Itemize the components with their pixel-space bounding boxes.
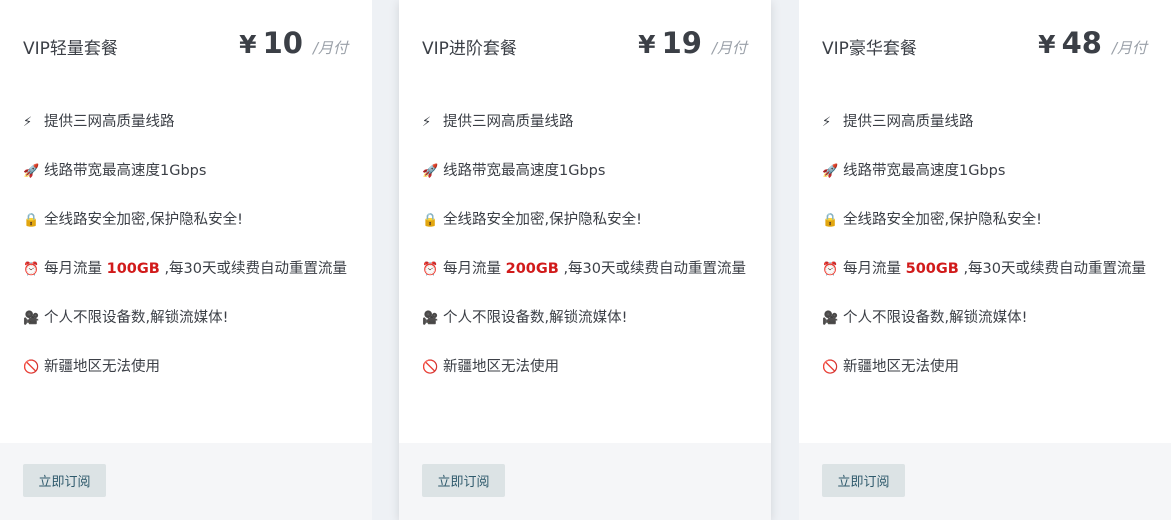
plan-name: VIP进阶套餐 (422, 39, 517, 59)
alarm-clock-icon: ⏰ (822, 262, 839, 277)
rocket-icon: 🚀 (822, 164, 839, 179)
feature-text: 提供三网高质量线路 (44, 114, 175, 130)
feature-item: 🎥 个人不限设备数,解锁流媒体! (422, 306, 750, 331)
feature-item: 🎥 个人不限设备数,解锁流媒体! (23, 306, 351, 331)
feature-text: 个人不限设备数,解锁流媒体! (44, 310, 229, 326)
camera-icon: 🎥 (23, 311, 40, 326)
alarm-clock-icon: ⏰ (23, 262, 40, 277)
feature-item: ⚡ 提供三网高质量线路 (422, 110, 750, 135)
rocket-icon: 🚀 (23, 164, 40, 179)
lock-icon: 🔒 (422, 213, 439, 228)
feature-text: 提供三网高质量线路 (443, 114, 574, 130)
feature-item: ⚡ 提供三网高质量线路 (822, 110, 1150, 135)
feature-item: 🚀 线路带宽最高速度1Gbps (23, 159, 351, 184)
lightning-icon: ⚡ (422, 115, 432, 130)
feature-text: ,每30天或续费自动重置流量 (558, 261, 747, 277)
feature-item: 🚫 新疆地区无法使用 (822, 355, 1150, 380)
feature-text: ,每30天或续费自动重置流量 (958, 261, 1147, 277)
prohibited-icon: 🚫 (822, 360, 839, 375)
plan-card-deluxe: VIP豪华套餐 ¥48/月付 ⚡ 提供三网高质量线路 🚀 线路带宽最高速度1Gbps… (799, 0, 1171, 520)
feature-text: 新疆地区无法使用 (44, 359, 160, 375)
plan-name: VIP豪华套餐 (822, 39, 917, 59)
feature-item: 🚀 线路带宽最高速度1Gbps (822, 159, 1150, 184)
prohibited-icon: 🚫 (422, 360, 439, 375)
alarm-clock-icon: ⏰ (422, 262, 439, 277)
feature-text: 全线路安全加密,保护隐私安全! (843, 212, 1042, 228)
lock-icon: 🔒 (822, 213, 839, 228)
traffic-amount: 200GB (505, 261, 559, 277)
traffic-amount: 500GB (905, 261, 959, 277)
feature-text: 全线路安全加密,保护隐私安全! (443, 212, 642, 228)
price-amount: 10 (262, 26, 303, 60)
plan-name: VIP轻量套餐 (23, 39, 118, 59)
prohibited-icon: 🚫 (23, 360, 40, 375)
price-period: /月付 (312, 39, 348, 57)
subscribe-button[interactable]: 立即订阅 (822, 464, 905, 497)
feature-item: ⏰ 每月流量 200GB ,每30天或续费自动重置流量 (422, 257, 750, 282)
plan-card-advanced: VIP进阶套餐 ¥19/月付 ⚡ 提供三网高质量线路 🚀 线路带宽最高速度1Gbps… (399, 0, 771, 520)
feature-item: 🎥 个人不限设备数,解锁流媒体! (822, 306, 1150, 331)
feature-item: ⚡ 提供三网高质量线路 (23, 110, 351, 135)
feature-item: 🚫 新疆地区无法使用 (422, 355, 750, 380)
feature-list: ⚡ 提供三网高质量线路 🚀 线路带宽最高速度1Gbps 🔒 全线路安全加密,保护隐私安… (422, 110, 750, 404)
camera-icon: 🎥 (422, 311, 439, 326)
subscribe-button[interactable]: 立即订阅 (422, 464, 505, 497)
feature-list: ⚡ 提供三网高质量线路 🚀 线路带宽最高速度1Gbps 🔒 全线路安全加密,保护隐私安… (822, 110, 1150, 404)
lightning-icon: ⚡ (822, 115, 832, 130)
feature-item: 🚫 新疆地区无法使用 (23, 355, 351, 380)
feature-text: 个人不限设备数,解锁流媒体! (443, 310, 628, 326)
card-footer: 立即订阅 (0, 443, 372, 520)
feature-text: ,每30天或续费自动重置流量 (159, 261, 348, 277)
plan-price: ¥48/月付 (1038, 26, 1147, 60)
feature-text: 全线路安全加密,保护隐私安全! (44, 212, 243, 228)
plan-price: ¥19/月付 (638, 26, 747, 60)
card-footer: 立即订阅 (799, 443, 1171, 520)
price-amount: 48 (1061, 26, 1102, 60)
feature-item: 🔒 全线路安全加密,保护隐私安全! (422, 208, 750, 233)
feature-text: 个人不限设备数,解锁流媒体! (843, 310, 1028, 326)
lightning-icon: ⚡ (23, 115, 33, 130)
camera-icon: 🎥 (822, 311, 839, 326)
feature-text: 新疆地区无法使用 (443, 359, 559, 375)
currency-symbol: ¥ (239, 30, 257, 59)
card-footer: 立即订阅 (399, 443, 771, 520)
feature-text: 每月流量 (44, 261, 107, 277)
currency-symbol: ¥ (1038, 30, 1056, 59)
currency-symbol: ¥ (638, 30, 656, 59)
price-amount: 19 (661, 26, 702, 60)
feature-item: ⏰ 每月流量 500GB ,每30天或续费自动重置流量 (822, 257, 1150, 282)
feature-text: 新疆地区无法使用 (843, 359, 959, 375)
feature-item: 🚀 线路带宽最高速度1Gbps (422, 159, 750, 184)
feature-text: 线路带宽最高速度1Gbps (44, 163, 207, 179)
feature-item: 🔒 全线路安全加密,保护隐私安全! (23, 208, 351, 233)
feature-text: 线路带宽最高速度1Gbps (443, 163, 606, 179)
price-period: /月付 (711, 39, 747, 57)
plan-price: ¥10/月付 (239, 26, 348, 60)
feature-list: ⚡ 提供三网高质量线路 🚀 线路带宽最高速度1Gbps 🔒 全线路安全加密,保护隐私安… (23, 110, 351, 404)
feature-item: ⏰ 每月流量 100GB ,每30天或续费自动重置流量 (23, 257, 351, 282)
subscribe-button[interactable]: 立即订阅 (23, 464, 106, 497)
feature-text: 线路带宽最高速度1Gbps (843, 163, 1006, 179)
rocket-icon: 🚀 (422, 164, 439, 179)
lock-icon: 🔒 (23, 213, 40, 228)
feature-text: 每月流量 (843, 261, 906, 277)
feature-item: 🔒 全线路安全加密,保护隐私安全! (822, 208, 1150, 233)
traffic-amount: 100GB (106, 261, 160, 277)
feature-text: 每月流量 (443, 261, 506, 277)
price-period: /月付 (1111, 39, 1147, 57)
plan-card-light: VIP轻量套餐 ¥10/月付 ⚡ 提供三网高质量线路 🚀 线路带宽最高速度1Gbps… (0, 0, 372, 520)
feature-text: 提供三网高质量线路 (843, 114, 974, 130)
